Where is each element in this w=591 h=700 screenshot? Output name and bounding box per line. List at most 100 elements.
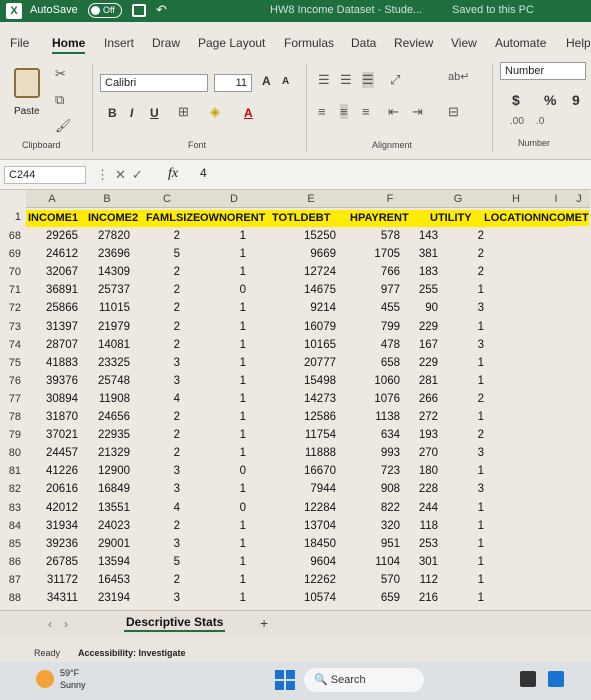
table-cell[interactable]: 1138 [375, 411, 400, 423]
tab-review[interactable]: Review [394, 36, 433, 50]
table-cell[interactable]: 3 [174, 483, 180, 495]
underline-button[interactable]: U [150, 106, 159, 120]
table-cell[interactable]: 27820 [98, 230, 130, 242]
column-header[interactable]: C [136, 190, 198, 208]
table-cell[interactable]: 15498 [304, 375, 336, 387]
paste-button[interactable]: Paste [14, 106, 40, 117]
table-cell[interactable]: 11015 [99, 302, 130, 314]
table-cell[interactable]: 2 [174, 230, 180, 242]
font-color-button[interactable]: A [244, 106, 253, 120]
table-cell[interactable]: 1 [240, 483, 246, 495]
table-cell[interactable]: 1 [478, 574, 484, 586]
table-cell[interactable]: 1 [478, 465, 484, 477]
table-cell[interactable]: 1 [478, 502, 484, 514]
column-header[interactable]: E [270, 190, 352, 208]
orientation-icon[interactable]: ⤢ [390, 72, 400, 88]
table-cell[interactable]: 23325 [98, 357, 130, 369]
table-cell[interactable]: 229 [419, 321, 438, 333]
table-cell[interactable]: 951 [381, 538, 400, 550]
table-cell[interactable]: 723 [381, 465, 400, 477]
row-header[interactable]: 76 [0, 375, 24, 387]
table-cell[interactable]: 244 [419, 502, 438, 514]
table-cell[interactable]: 253 [419, 538, 438, 550]
table-cell[interactable]: 12900 [98, 465, 130, 477]
row-header[interactable]: 78 [0, 411, 24, 423]
table-cell[interactable]: 2 [174, 266, 180, 278]
table-cell[interactable]: 112 [420, 574, 438, 586]
table-cell[interactable]: 13594 [98, 556, 130, 568]
table-cell[interactable]: 1 [240, 393, 246, 405]
taskbar-search[interactable]: 🔍 Search [304, 668, 424, 692]
decrease-decimal-icon[interactable]: .0 [536, 116, 544, 127]
sun-icon[interactable] [36, 670, 54, 688]
tab-automate[interactable]: Automate [495, 36, 546, 50]
row-header[interactable]: 86 [0, 556, 24, 568]
tab-page-layout[interactable]: Page Layout [198, 36, 265, 50]
table-cell[interactable]: 14081 [98, 339, 130, 351]
table-cell[interactable]: 37021 [46, 429, 78, 441]
table-cell[interactable]: 32067 [46, 266, 78, 278]
table-cell[interactable]: 39236 [46, 538, 78, 550]
table-cell[interactable]: 822 [381, 502, 400, 514]
table-cell[interactable]: 16670 [304, 465, 336, 477]
table-cell[interactable]: 3 [174, 375, 180, 387]
bold-button[interactable]: B [108, 106, 117, 120]
table-cell[interactable]: 381 [419, 248, 438, 260]
table-cell[interactable]: 634 [381, 429, 400, 441]
table-cell[interactable]: 578 [381, 230, 400, 242]
italic-button[interactable]: I [130, 106, 133, 120]
increase-indent-icon[interactable]: ⇥ [412, 104, 423, 120]
table-cell[interactable]: 14675 [304, 284, 336, 296]
cut-icon[interactable]: ✂ [55, 66, 66, 82]
table-cell[interactable]: 13551 [98, 502, 130, 514]
tab-view[interactable]: View [451, 36, 477, 50]
decrease-indent-icon[interactable]: ⇤ [388, 104, 399, 120]
borders-icon[interactable]: ⊞ [178, 104, 189, 120]
align-center-icon[interactable]: ≡ [340, 104, 348, 119]
row-header[interactable]: 80 [0, 447, 24, 459]
format-painter-icon[interactable]: 🖌 [55, 118, 72, 134]
table-cell[interactable]: 29001 [98, 538, 130, 550]
table-cell[interactable]: 766 [381, 266, 400, 278]
tab-formulas[interactable]: Formulas [284, 36, 334, 50]
percent-button[interactable]: % [544, 92, 556, 108]
table-cell[interactable]: 5 [174, 556, 180, 568]
currency-button[interactable]: $ [512, 92, 520, 108]
table-cell[interactable]: 3 [174, 538, 180, 550]
table-cell[interactable]: 2 [174, 284, 180, 296]
table-cell[interactable]: 39376 [46, 375, 78, 387]
tab-insert[interactable]: Insert [104, 36, 134, 50]
table-cell[interactable]: 3 [478, 339, 484, 351]
table-cell[interactable]: 34311 [47, 592, 78, 604]
table-cell[interactable]: 2 [478, 429, 484, 441]
table-cell[interactable]: 25748 [98, 375, 130, 387]
row-header[interactable]: 88 [0, 592, 24, 604]
table-cell[interactable]: 0 [240, 502, 246, 514]
table-cell[interactable]: 10574 [304, 592, 336, 604]
table-cell[interactable]: 799 [381, 321, 400, 333]
column-title-cell[interactable]: UTILITY [430, 210, 472, 226]
align-right-icon[interactable]: ≡ [362, 104, 370, 119]
table-cell[interactable]: 658 [381, 357, 400, 369]
column-header[interactable]: A [26, 190, 78, 208]
table-cell[interactable]: 1 [240, 556, 246, 568]
align-bottom-icon[interactable]: ☰ [362, 72, 374, 88]
table-cell[interactable]: 2 [174, 520, 180, 532]
align-top-icon[interactable]: ☰ [318, 72, 330, 88]
increase-decimal-icon[interactable]: .00 [510, 116, 524, 127]
windows-start-icon[interactable] [275, 670, 295, 690]
table-cell[interactable]: 2 [478, 266, 484, 278]
table-cell[interactable]: 570 [381, 574, 400, 586]
column-header[interactable]: J [568, 190, 590, 208]
row-header[interactable]: 85 [0, 538, 24, 550]
table-cell[interactable]: 12724 [304, 266, 336, 278]
table-cell[interactable]: 1 [240, 538, 246, 550]
table-cell[interactable]: 2 [174, 429, 180, 441]
table-cell[interactable]: 7944 [310, 483, 336, 495]
table-cell[interactable]: 22935 [98, 429, 130, 441]
column-header[interactable]: H [488, 190, 544, 208]
table-cell[interactable]: 2 [478, 230, 484, 242]
table-cell[interactable]: 20616 [46, 483, 78, 495]
table-cell[interactable]: 1 [478, 411, 484, 423]
table-cell[interactable]: 31172 [47, 574, 78, 586]
